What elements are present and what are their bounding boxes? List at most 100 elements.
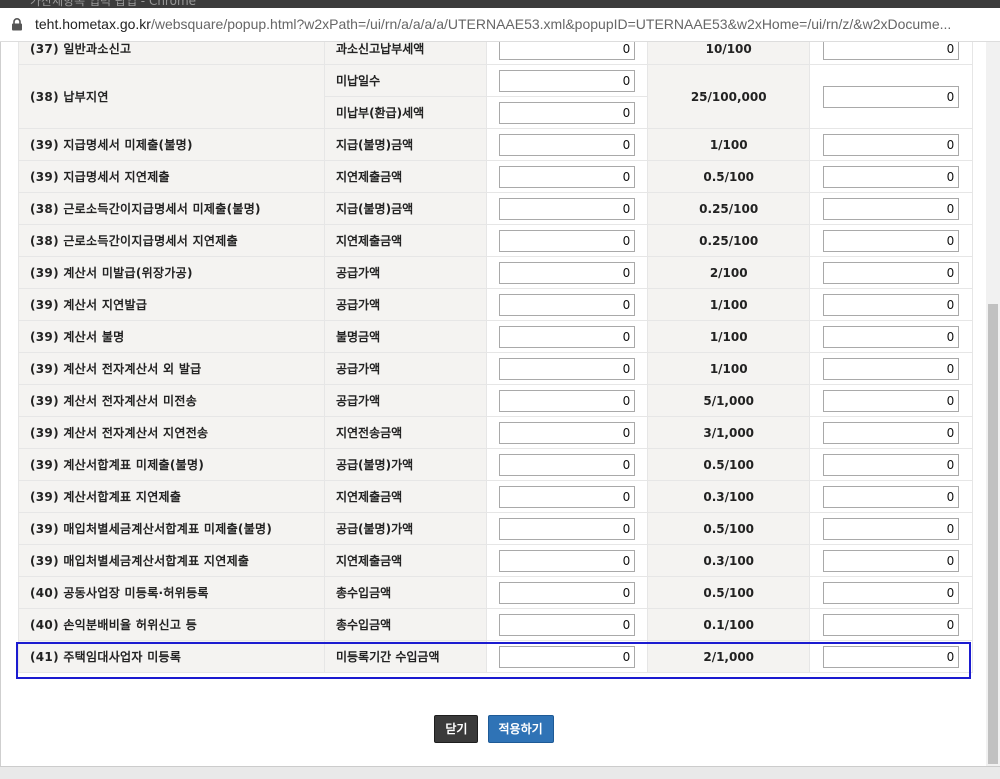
url-text[interactable]: teht.hometax.go.kr/websquare/popup.html?…: [35, 16, 980, 32]
tax-amount-input[interactable]: [823, 581, 960, 604]
rate-value: 1/100: [646, 288, 811, 321]
item-name: (39) 계산서 미발급(위장가공): [18, 256, 325, 289]
tax-amount-input[interactable]: [823, 517, 960, 540]
rate-value: 3/1,000: [646, 416, 811, 449]
basis-label: 공급(불명)가액: [323, 512, 488, 545]
rate-value: 2/1,000: [646, 640, 811, 673]
rate-value: 0.25/100: [646, 192, 811, 225]
table-row: (39) 계산서 미발급(위장가공) 공급가액 2/100: [18, 256, 973, 289]
lock-icon: [12, 18, 22, 31]
url-path: /websquare/popup.html?w2xPath=/ui/rn/a/a…: [150, 16, 952, 32]
basis-amount-input[interactable]: [499, 293, 636, 316]
rate-value: 0.5/100: [646, 576, 811, 609]
rate-value: 0.5/100: [646, 160, 811, 193]
table-row: (37) 일반과소신고 과소신고납부세액 10/100: [18, 42, 973, 65]
rate-value: 0.1/100: [646, 608, 811, 641]
tax-amount-input[interactable]: [823, 549, 960, 572]
basis-label: 지급(불명)금액: [323, 192, 488, 225]
table-row: (39) 계산서 지연발급 공급가액 1/100: [18, 288, 973, 321]
tax-amount-input[interactable]: [823, 389, 960, 412]
item-name: (41) 주택임대사업자 미등록: [18, 640, 325, 673]
item-name: (37) 일반과소신고: [18, 42, 325, 65]
basis-label: 과소신고납부세액: [323, 42, 488, 65]
apply-button[interactable]: 적용하기: [487, 715, 554, 743]
basis-label: 공급가액: [323, 384, 488, 417]
vertical-scrollbar[interactable]: [986, 42, 1000, 766]
basis-amount-input[interactable]: [499, 613, 636, 636]
basis-amount-input[interactable]: [499, 261, 636, 284]
basis-label: 지연제출금액: [323, 160, 488, 193]
basis-amount-input[interactable]: [499, 325, 636, 348]
basis-amount-input[interactable]: [499, 485, 636, 508]
basis-amount-input[interactable]: [499, 69, 636, 92]
basis-label: 지연제출금액: [323, 544, 488, 577]
tax-amount-input[interactable]: [823, 261, 960, 284]
address-bar[interactable]: teht.hometax.go.kr/websquare/popup.html?…: [0, 8, 1000, 42]
basis-amount-input[interactable]: [499, 357, 636, 380]
tax-amount-input[interactable]: [823, 293, 960, 316]
basis-amount-input[interactable]: [499, 549, 636, 572]
basis-amount-input[interactable]: [499, 581, 636, 604]
tax-amount-input[interactable]: [823, 645, 960, 668]
basis-amount-input[interactable]: [499, 42, 636, 60]
tax-amount-input[interactable]: [823, 357, 960, 380]
rate-value: 5/1,000: [646, 384, 811, 417]
tax-amount-input[interactable]: [823, 485, 960, 508]
basis-amount-input[interactable]: [499, 517, 636, 540]
close-button[interactable]: 닫기: [434, 715, 479, 743]
table-row: (38) 근로소득간이지급명세서 지연제출 지연제출금액 0.25/100: [18, 224, 973, 257]
table-row: (39) 매입처별세금계산서합계표 미제출(불명) 공급(불명)가액 0.5/1…: [18, 512, 973, 545]
basis-label: 미등록기간 수입금액: [323, 640, 488, 673]
basis-label: 공급가액: [323, 352, 488, 385]
table-row: (40) 손익분배비율 허위신고 등 총수입금액 0.1/100: [18, 608, 973, 641]
item-name: (38) 근로소득간이지급명세서 미제출(불명): [18, 192, 325, 225]
basis-label: 지연전송금액: [323, 416, 488, 449]
window-bottom-edge: [0, 766, 1000, 779]
basis-amount-input[interactable]: [499, 645, 636, 668]
table-row: (39) 계산서 전자계산서 지연전송 지연전송금액 3/1,000: [18, 416, 973, 449]
table-row: (39) 매입처별세금계산서합계표 지연제출 지연제출금액 0.3/100: [18, 544, 973, 577]
item-name: (39) 계산서 전자계산서 미전송: [18, 384, 325, 417]
basis-amount-input[interactable]: [499, 453, 636, 476]
table-row: (38) 근로소득간이지급명세서 미제출(불명) 지급(불명)금액 0.25/1…: [18, 192, 973, 225]
item-name: (39) 계산서 지연발급: [18, 288, 325, 321]
tax-amount-input[interactable]: [823, 229, 960, 252]
table-row: (39) 계산서합계표 미제출(불명) 공급(불명)가액 0.5/100: [18, 448, 973, 481]
rate-value: 10/100: [646, 42, 811, 65]
table-row: (39) 계산서 전자계산서 외 발급 공급가액 1/100: [18, 352, 973, 385]
basis-label: 총수입금액: [323, 608, 488, 641]
tax-amount-input[interactable]: [823, 165, 960, 188]
basis-amount-input[interactable]: [499, 165, 636, 188]
rate-value: 1/100: [646, 320, 811, 353]
rate-value: 0.5/100: [646, 448, 811, 481]
tax-amount-input[interactable]: [823, 325, 960, 348]
tax-amount-input[interactable]: [823, 197, 960, 220]
rate-value: 0.3/100: [646, 544, 811, 577]
basis-amount-input[interactable]: [499, 389, 636, 412]
tax-amount-input[interactable]: [823, 85, 960, 108]
basis-amount-input[interactable]: [499, 421, 636, 444]
tax-amount-input[interactable]: [823, 613, 960, 636]
item-name: (38) 납부지연: [18, 64, 325, 129]
basis-amount-input[interactable]: [499, 133, 636, 156]
tax-amount-input[interactable]: [823, 42, 960, 60]
window-title: 가산세항목 입력 팝업 - Chrome: [30, 0, 197, 8]
basis-label: 미납부(환급)세액: [323, 96, 488, 129]
basis-amount-input[interactable]: [499, 229, 636, 252]
item-name: (39) 매입처별세금계산서합계표 지연제출: [18, 544, 325, 577]
rate-value: 0.5/100: [646, 512, 811, 545]
tax-amount-input[interactable]: [823, 453, 960, 476]
scrollbar-thumb[interactable]: [988, 304, 998, 764]
table-row: (39) 계산서 전자계산서 미전송 공급가액 5/1,000: [18, 384, 973, 417]
tax-amount-input[interactable]: [823, 421, 960, 444]
table-row: (39) 계산서합계표 지연제출 지연제출금액 0.3/100: [18, 480, 973, 513]
item-name: (39) 계산서 전자계산서 외 발급: [18, 352, 325, 385]
table-row: (39) 계산서 불명 불명금액 1/100: [18, 320, 973, 353]
url-domain: teht.hometax.go.kr: [35, 16, 151, 32]
basis-amount-input[interactable]: [499, 101, 636, 124]
tax-amount-input[interactable]: [823, 133, 960, 156]
basis-label: 지급(불명)금액: [323, 128, 488, 161]
item-name: (39) 지급명세서 지연제출: [18, 160, 325, 193]
basis-amount-input[interactable]: [499, 197, 636, 220]
item-name: (40) 손익분배비율 허위신고 등: [18, 608, 325, 641]
